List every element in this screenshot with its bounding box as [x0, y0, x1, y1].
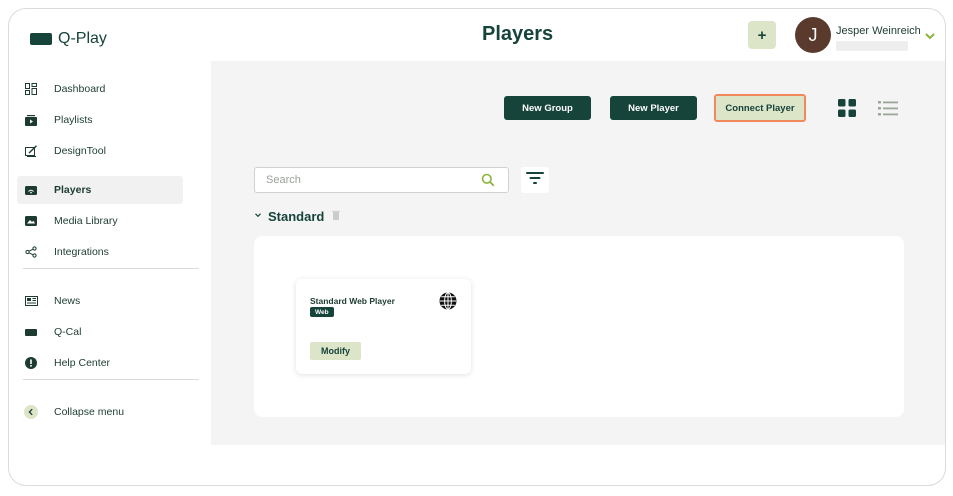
app-logo[interactable]: Q-Play	[30, 30, 107, 48]
filter-button[interactable]	[521, 167, 549, 193]
user-name[interactable]: Jesper Weinreich	[836, 25, 921, 37]
players-icon	[17, 185, 45, 195]
trash-icon[interactable]	[332, 207, 341, 225]
sidebar-item-label: Media Library	[54, 215, 118, 227]
sidebar-item-label: Integrations	[54, 246, 109, 258]
q-cal-icon	[17, 328, 45, 336]
player-card[interactable]: Standard Web Player Web Modify	[296, 279, 471, 374]
search-placeholder: Search	[266, 174, 301, 186]
playlists-icon	[17, 114, 45, 126]
sidebar-item-players[interactable]: Players	[17, 176, 183, 204]
sidebar-divider	[23, 268, 199, 269]
list-view-icon[interactable]	[875, 95, 901, 121]
group-panel: Standard Web Player Web Modify	[254, 236, 904, 417]
design-tool-icon	[17, 145, 45, 157]
sidebar-item-label: DesignTool	[54, 145, 106, 157]
sidebar-item-label: Collapse menu	[54, 406, 125, 418]
media-library-icon	[17, 216, 45, 226]
search-icon[interactable]	[481, 173, 495, 192]
sidebar-item-label: Dashboard	[54, 83, 106, 95]
grid-view-icon[interactable]	[834, 95, 860, 121]
sidebar-item-label: Q-Cal	[54, 326, 82, 338]
collapse-menu-button[interactable]: Collapse menu	[17, 398, 183, 426]
main-content: New Group New Player Connect Player Sear…	[211, 61, 945, 445]
logo-mark	[30, 33, 52, 45]
sidebar-item-playlists[interactable]: Playlists	[17, 106, 183, 134]
help-center-icon	[17, 357, 45, 369]
sidebar-item-label: Playlists	[54, 114, 93, 126]
avatar[interactable]: J	[795, 17, 831, 53]
chevron-down-icon[interactable]	[254, 211, 262, 221]
sidebar-item-dashboard[interactable]: Dashboard	[17, 75, 183, 103]
sidebar-item-integrations[interactable]: Integrations	[17, 238, 183, 266]
user-subtitle	[836, 41, 908, 51]
group-header[interactable]: Standard	[254, 207, 341, 225]
page-title: Players	[482, 23, 554, 45]
sidebar-item-label: Help Center	[54, 357, 111, 369]
chevron-left-icon	[17, 405, 45, 419]
player-name: Standard Web Player	[310, 296, 395, 306]
dashboard-icon	[17, 83, 45, 95]
filter-icon	[526, 171, 544, 190]
globe-icon	[439, 292, 457, 315]
search-input[interactable]: Search	[254, 167, 509, 193]
sidebar-item-label: Players	[54, 184, 92, 196]
group-name: Standard	[268, 208, 325, 224]
player-type-badge: Web	[310, 307, 334, 317]
sidebar: Dashboard Playlists DesignTool Players M…	[9, 61, 211, 453]
app-window: Q-Play Players + J Jesper Weinreich Dash…	[8, 8, 946, 486]
sidebar-item-media-library[interactable]: Media Library	[17, 207, 183, 235]
connect-player-button[interactable]: Connect Player	[714, 94, 806, 122]
integrations-icon	[17, 246, 45, 258]
sidebar-divider	[23, 379, 199, 380]
news-icon	[17, 296, 45, 306]
sidebar-item-q-cal[interactable]: Q-Cal	[17, 318, 183, 346]
new-group-button[interactable]: New Group	[504, 96, 591, 120]
new-player-button[interactable]: New Player	[610, 96, 697, 120]
sidebar-item-designtool[interactable]: DesignTool	[17, 137, 183, 165]
sidebar-item-label: News	[54, 295, 81, 307]
sidebar-item-news[interactable]: News	[17, 287, 183, 315]
chevron-down-icon[interactable]	[924, 29, 936, 41]
sidebar-item-help-center[interactable]: Help Center	[17, 349, 183, 377]
app-name: Q-Play	[58, 30, 107, 47]
modify-button[interactable]: Modify	[310, 342, 361, 360]
add-button[interactable]: +	[748, 21, 776, 49]
